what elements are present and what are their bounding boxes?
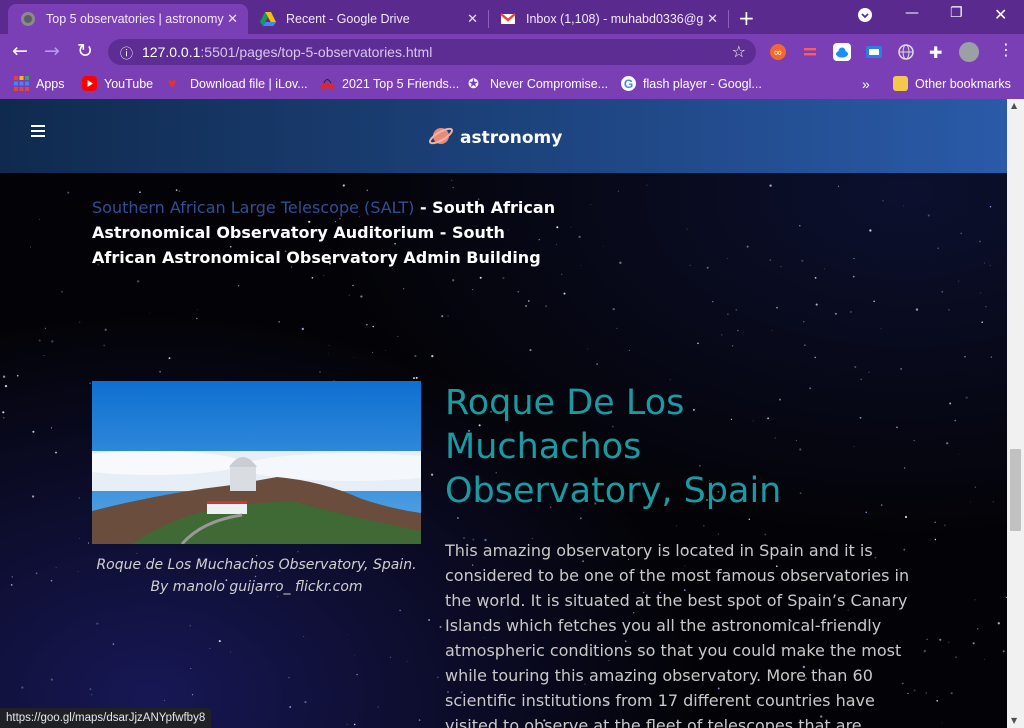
tab-top-5-observatories[interactable]: Top 5 observatories | astronomy ✕ (8, 4, 248, 34)
back-arrow-icon[interactable]: ← (12, 40, 28, 62)
close-icon[interactable]: ✕ (227, 11, 238, 27)
close-window-icon[interactable]: ✕ (994, 5, 1007, 24)
svg-text:G: G (624, 77, 633, 91)
extension-infinity-icon[interactable]: ∞ (769, 43, 787, 61)
tab-title: Top 5 observatories | astronomy (46, 12, 224, 26)
site-header: astronomy (0, 99, 1007, 173)
scroll-down-arrow-icon[interactable]: ▼ (1011, 716, 1017, 725)
link-hover-status: https://goo.gl/maps/dsarJjzANYpfwfby8 (0, 708, 212, 728)
hamburger-menu-icon[interactable] (31, 125, 45, 140)
more-bookmarks-chevron-icon[interactable]: » (862, 76, 870, 92)
google-drive-icon (260, 11, 276, 27)
url-text: 127.0.0.1:5501/pages/top-5-observatories… (142, 44, 432, 60)
tab-gmail-inbox[interactable]: Inbox (1,108) - muhabd0336@gm ✕ (488, 4, 728, 34)
restore-icon[interactable]: ❐ (950, 5, 963, 21)
caption-line-1: Roque de Los Muchachos Observatory, Spai… (96, 557, 417, 573)
minimize-icon[interactable]: — (905, 5, 919, 21)
bookmark-label: Never Compromise... (490, 76, 609, 91)
close-icon[interactable]: ✕ (467, 11, 478, 27)
photo-caption: Roque de Los Muchachos Observatory, Spai… (92, 554, 421, 598)
google-icon: G (621, 76, 636, 91)
bookmark-top5-friends[interactable]: 2021 Top 5 Friends... (320, 76, 459, 91)
bookmark-flash-player[interactable]: G flash player - Googl... (621, 76, 762, 91)
cherry-icon (320, 76, 335, 91)
site-logo[interactable]: astronomy (428, 123, 562, 153)
heart-icon: ♥ (168, 75, 177, 91)
other-bookmarks-label: Other bookmarks (915, 76, 1011, 91)
bookmark-label: YouTube (104, 76, 154, 91)
tab-strip: Top 5 observatories | astronomy ✕ Recent… (0, 0, 1024, 34)
gmail-icon (500, 11, 516, 27)
page-scrollbar[interactable]: ▲ ▼ (1007, 99, 1024, 728)
observatory-description: This amazing observatory is located in S… (445, 541, 910, 728)
extension-bars-icon[interactable] (801, 43, 819, 61)
close-icon[interactable]: ✕ (707, 11, 718, 27)
extension-globe-icon[interactable] (897, 43, 915, 61)
salt-link[interactable]: Southern African Large Telescope (SALT) (92, 198, 414, 217)
bookmark-star-icon[interactable]: ☆ (732, 42, 746, 61)
forward-arrow-icon[interactable]: → (44, 40, 60, 62)
extension-screen-icon[interactable] (865, 43, 883, 61)
bookmark-label: Apps (36, 76, 65, 91)
bookmark-youtube[interactable]: YouTube (82, 76, 153, 91)
reload-icon[interactable]: ↻ (77, 40, 93, 62)
new-tab-plus-icon[interactable]: + (738, 6, 755, 30)
address-bar[interactable]: ⓘ 127.0.0.1:5501/pages/top-5-observatori… (108, 39, 756, 65)
bookmark-label: Download file | iLov... (190, 76, 308, 91)
shield-star-icon: ✪ (468, 76, 479, 91)
url-path: :5501/pages/top-5-observatories.html (200, 44, 433, 60)
scrollbar-thumb[interactable] (1010, 449, 1021, 531)
observatory-photo[interactable] (92, 381, 421, 544)
url-host: 127.0.0.1 (142, 44, 201, 60)
svg-text:∞: ∞ (773, 46, 782, 59)
bookmark-ilovepdf[interactable]: ♥ Download file | iLov... (168, 76, 308, 91)
tab-title: Recent - Google Drive (286, 12, 410, 26)
bookmark-label: 2021 Top 5 Friends... (342, 76, 460, 91)
tab-title: Inbox (1,108) - muhabd0336@gm (526, 12, 704, 26)
youtube-icon (82, 76, 97, 91)
folder-icon (893, 76, 908, 91)
bookmarks-bar: Apps YouTube ♥ Download file | iLov... 2… (0, 70, 1024, 99)
tab-search-icon[interactable] (858, 8, 872, 26)
bookmark-apps[interactable]: Apps (14, 76, 65, 91)
extension-cloud-icon[interactable] (833, 43, 851, 61)
photo-credits-text: Southern African Large Telescope (SALT) … (92, 195, 562, 270)
profile-avatar[interactable] (959, 42, 979, 62)
other-bookmarks[interactable]: Other bookmarks (893, 76, 1011, 91)
observatory-title: Roque De Los Muchachos Observatory, Spai… (445, 383, 782, 511)
caption-line-2: By manolo guijarro_ flickr.com (150, 579, 363, 595)
brand-name: astronomy (460, 128, 563, 148)
scroll-up-arrow-icon[interactable]: ▲ (1011, 101, 1017, 110)
site-info-icon[interactable]: ⓘ (120, 43, 142, 62)
tab-google-drive[interactable]: Recent - Google Drive ✕ (248, 4, 488, 34)
menu-kebab-icon[interactable]: ⋮ (998, 40, 1016, 59)
planet-icon (428, 123, 454, 153)
page-viewport: astronomy Southern African Large Telesco… (0, 99, 1007, 728)
bookmark-never-compromise[interactable]: ✪ Never Compromise... (468, 76, 608, 91)
tab-separator (728, 10, 729, 28)
globe-icon (20, 11, 36, 27)
browser-toolbar: ← → ↻ ⓘ 127.0.0.1:5501/pages/top-5-obser… (0, 34, 1024, 70)
bookmark-label: flash player - Googl... (643, 76, 762, 91)
apps-grid-icon (14, 76, 29, 91)
extensions-puzzle-icon[interactable]: ✚ (929, 43, 947, 62)
